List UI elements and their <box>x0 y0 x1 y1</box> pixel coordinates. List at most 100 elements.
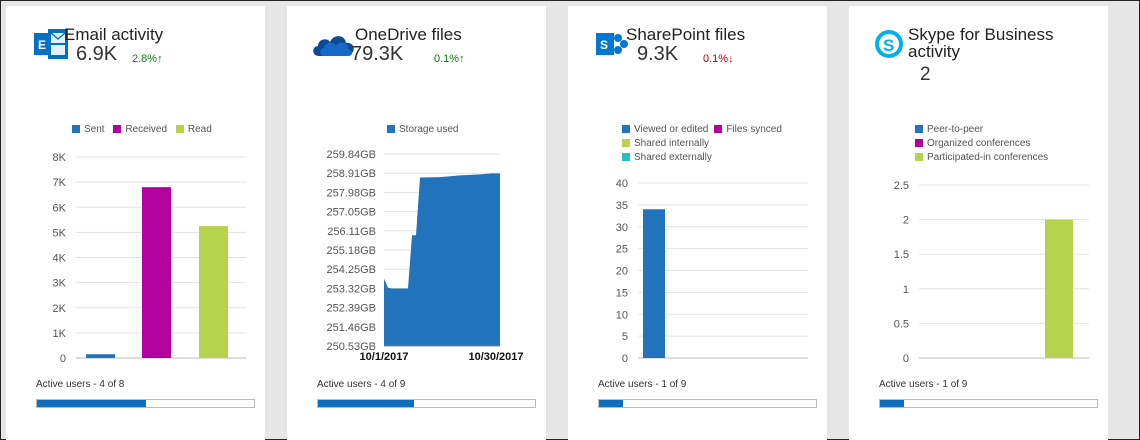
card-value: 9.3K <box>637 43 679 65</box>
active-users-label: Active users - 1 of 9 <box>598 379 687 390</box>
y-tick-label: 257.98GB <box>326 187 376 199</box>
y-tick-label: 256.11GB <box>327 226 376 238</box>
card-title: OneDrive files <box>355 25 462 44</box>
y-tick-label: 25 <box>616 244 628 256</box>
legend-item-read: Read <box>175 123 212 137</box>
arrow-down-icon: ↓ <box>728 53 734 65</box>
legend-item-peer-to-peer: Peer-to-peer <box>915 123 983 137</box>
y-tick-label: 0 <box>903 353 909 365</box>
active-users-progress-fill <box>599 400 624 407</box>
bar-participated-in-conferences[interactable] <box>1045 219 1073 358</box>
onedrive-storage-chart: 250.53GB 251.46GB 252.39GB 253.32GB 254.25GB… <box>287 141 546 371</box>
arrow-up-icon: ↑ <box>459 53 465 65</box>
y-tick-label: 1 <box>903 284 909 296</box>
y-tick-label: 0.5 <box>894 318 909 330</box>
y-tick-label: 10 <box>616 309 628 321</box>
svg-text:S: S <box>600 38 608 52</box>
y-tick-label: 257.05GB <box>326 207 376 219</box>
active-users-label: Active users - 4 of 8 <box>36 379 125 390</box>
legend-item-storage-used: Storage used <box>387 123 459 137</box>
onedrive-files-card[interactable]: OneDrive files 79.3K 0.1%↑ Storage used … <box>287 6 546 440</box>
legend-item-viewed-or-edited: Viewed or edited <box>622 123 708 137</box>
card-value: 79.3K <box>351 43 404 65</box>
y-tick-label: 258.91GB <box>326 168 376 180</box>
active-users-progress-fill <box>37 400 146 407</box>
bar-read[interactable] <box>199 226 228 358</box>
y-tick-label: 2K <box>53 303 67 315</box>
delta-value: 2.8% <box>132 53 158 65</box>
card-title-line2: activity <box>908 42 960 61</box>
active-users-progress-fill <box>318 400 415 407</box>
skype-activity-chart: 0 0.5 1 1.5 2 2.5 <box>849 141 1108 371</box>
y-tick-label: 1.5 <box>894 249 909 261</box>
legend-label: Peer-to-peer <box>927 124 984 135</box>
x-tick-label: 10/30/2017 <box>468 351 523 363</box>
y-tick-label: 2.5 <box>894 180 909 192</box>
y-tick-label: 6K <box>53 202 67 214</box>
y-tick-label: 254.25GB <box>326 264 376 276</box>
active-users-label: Active users - 4 of 9 <box>317 379 406 390</box>
sharepoint-files-card[interactable]: S SharePoint files 9.3K 0.1%↓ Viewed or … <box>568 6 827 440</box>
y-tick-label: 7K <box>53 177 67 189</box>
card-title: SharePoint files <box>626 25 746 44</box>
svg-text:S: S <box>883 36 894 55</box>
delta-badge: 0.1%↓ <box>703 53 734 65</box>
y-tick-label: 5K <box>53 227 67 239</box>
legend-item-received: Received <box>113 123 167 137</box>
skype-icon: S <box>873 28 913 60</box>
active-users-progress <box>879 399 1098 408</box>
legend-label: Sent <box>84 124 105 135</box>
legend-label: Viewed or edited <box>634 124 709 135</box>
card-title: Email activity <box>64 25 164 44</box>
y-tick-label: 35 <box>616 200 628 212</box>
active-users-progress <box>36 399 255 408</box>
bar-viewed-or-edited[interactable] <box>643 209 665 358</box>
y-tick-label: 252.39GB <box>326 303 376 315</box>
active-users-progress-fill <box>880 400 905 407</box>
active-users-label: Active users - 1 of 9 <box>879 379 968 390</box>
y-tick-label: 255.18GB <box>326 245 376 257</box>
legend-item-sent: Sent <box>72 123 105 137</box>
card-title: Skype for Business activity <box>908 25 1054 61</box>
delta-value: 0.1% <box>434 53 460 65</box>
delta-badge: 0.1%↑ <box>434 53 465 65</box>
chart-legend: Storage used <box>387 123 537 137</box>
active-users-progress <box>317 399 536 408</box>
y-tick-label: 3K <box>53 278 67 290</box>
legend-label: Read <box>187 124 212 135</box>
x-tick-label: 10/1/2017 <box>360 351 409 363</box>
card-value: 2 <box>920 64 931 85</box>
storage-used-area[interactable] <box>384 173 500 346</box>
y-tick-label: 4K <box>53 253 67 265</box>
legend-label: Files synced <box>726 124 782 135</box>
y-tick-label: 30 <box>616 222 628 234</box>
active-users-progress <box>598 399 817 408</box>
y-tick-label: 40 <box>616 178 628 190</box>
sharepoint-files-chart: 0 5 10 15 20 25 30 35 40 <box>568 141 827 371</box>
delta-value: 0.1% <box>703 53 729 65</box>
y-tick-label: 259.84GB <box>326 149 376 161</box>
skype-for-business-card[interactable]: S Skype for Business activity 2 Peer-to-… <box>849 6 1108 440</box>
legend-label: Received <box>125 124 168 135</box>
bar-received[interactable] <box>142 187 171 358</box>
y-tick-label: 2 <box>903 215 909 227</box>
legend-item-files-synced: Files synced <box>714 123 782 137</box>
email-activity-card[interactable]: E Email activity 6.9K 2.8%↑ Sent Receive… <box>6 6 265 440</box>
arrow-up-icon: ↑ <box>157 53 163 65</box>
y-tick-label: 5 <box>622 331 628 343</box>
y-tick-label: 1K <box>53 328 67 340</box>
y-tick-label: 20 <box>616 266 628 278</box>
email-activity-chart: 0 1K 2K 3K 4K 5K 6K 7K 8K <box>6 141 265 371</box>
card-value: 6.9K <box>76 43 118 65</box>
y-tick-label: 8K <box>53 152 67 164</box>
delta-badge: 2.8%↑ <box>132 53 163 65</box>
y-tick-label: 251.46GB <box>326 322 376 334</box>
chart-legend: Sent Received Read <box>72 123 252 137</box>
y-tick-label: 253.32GB <box>326 283 376 295</box>
y-tick-label: 15 <box>616 287 628 299</box>
y-tick-label: 0 <box>60 353 66 365</box>
y-tick-label: 0 <box>622 353 628 365</box>
bar-sent[interactable] <box>86 354 115 358</box>
svg-text:E: E <box>38 38 46 52</box>
legend-label: Storage used <box>399 124 459 135</box>
